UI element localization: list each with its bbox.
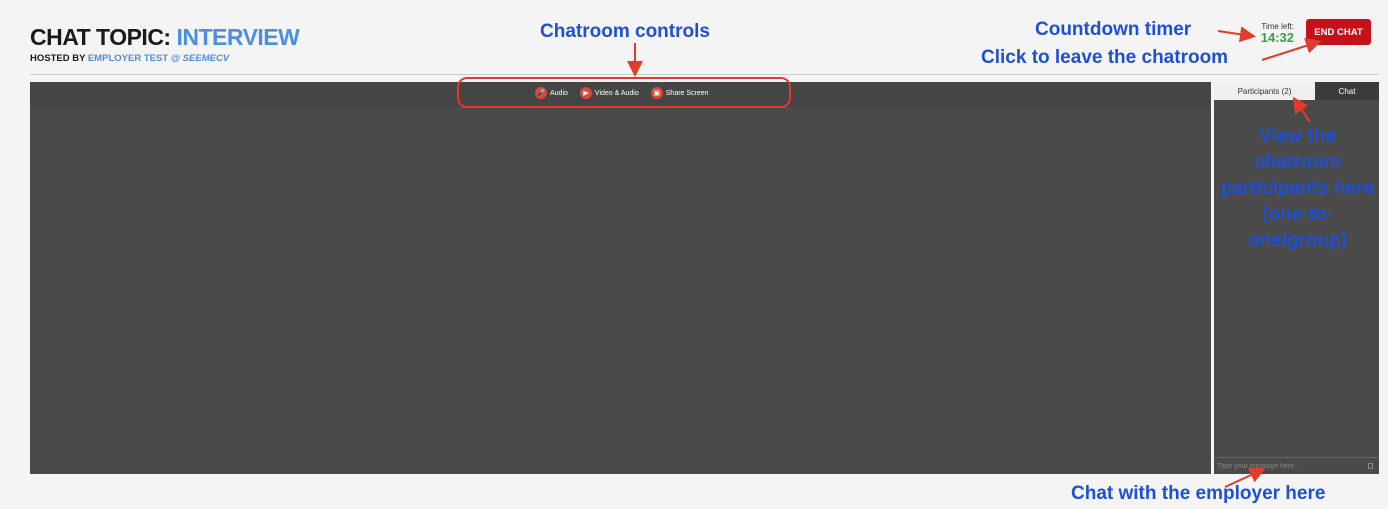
header-divider bbox=[30, 74, 1379, 75]
tab-chat[interactable]: Chat bbox=[1315, 82, 1379, 100]
hosted-by: HOSTED BY EMPLOYER TEST @ SEEMECV bbox=[30, 53, 229, 64]
tab-participants[interactable]: Participants (2) bbox=[1214, 82, 1315, 100]
annotation-participants: View the chatroom participants here (one… bbox=[1220, 126, 1375, 251]
video-area: 🎤 Audio ▶ Video & Audio ▣ Share Screen bbox=[30, 82, 1211, 474]
countdown-timer: Time left: 14:32 bbox=[1254, 22, 1294, 45]
timer-value: 14:32 bbox=[1260, 30, 1294, 45]
annotation-controls: Chatroom controls bbox=[540, 21, 710, 42]
annotation-timer: Countdown timer bbox=[1035, 19, 1192, 40]
annotation-leave: Click to leave the chatroom bbox=[981, 47, 1229, 68]
sidebar-tabs: Participants (2) Chat bbox=[1214, 82, 1379, 100]
message-input[interactable]: Type your message here... bbox=[1214, 457, 1379, 474]
annotation-chat: Chat with the employer here bbox=[1071, 483, 1326, 504]
page-title: CHAT TOPIC: INTERVIEW bbox=[30, 24, 300, 51]
controls-highlight-box bbox=[457, 77, 791, 108]
hosted-prefix: HOSTED BY bbox=[30, 53, 86, 64]
send-icon[interactable] bbox=[1368, 463, 1373, 469]
host-name: EMPLOYER TEST bbox=[87, 53, 169, 64]
host-company: @ SEEMECV bbox=[170, 53, 230, 64]
message-placeholder: Type your message here... bbox=[1217, 462, 1300, 470]
title-prefix: CHAT TOPIC: bbox=[30, 24, 171, 50]
end-chat-button[interactable]: END CHAT bbox=[1306, 19, 1371, 45]
chat-topic: INTERVIEW bbox=[176, 24, 300, 50]
chatroom-page: CHAT TOPIC: INTERVIEW HOSTED BY EMPLOYER… bbox=[0, 0, 1388, 509]
